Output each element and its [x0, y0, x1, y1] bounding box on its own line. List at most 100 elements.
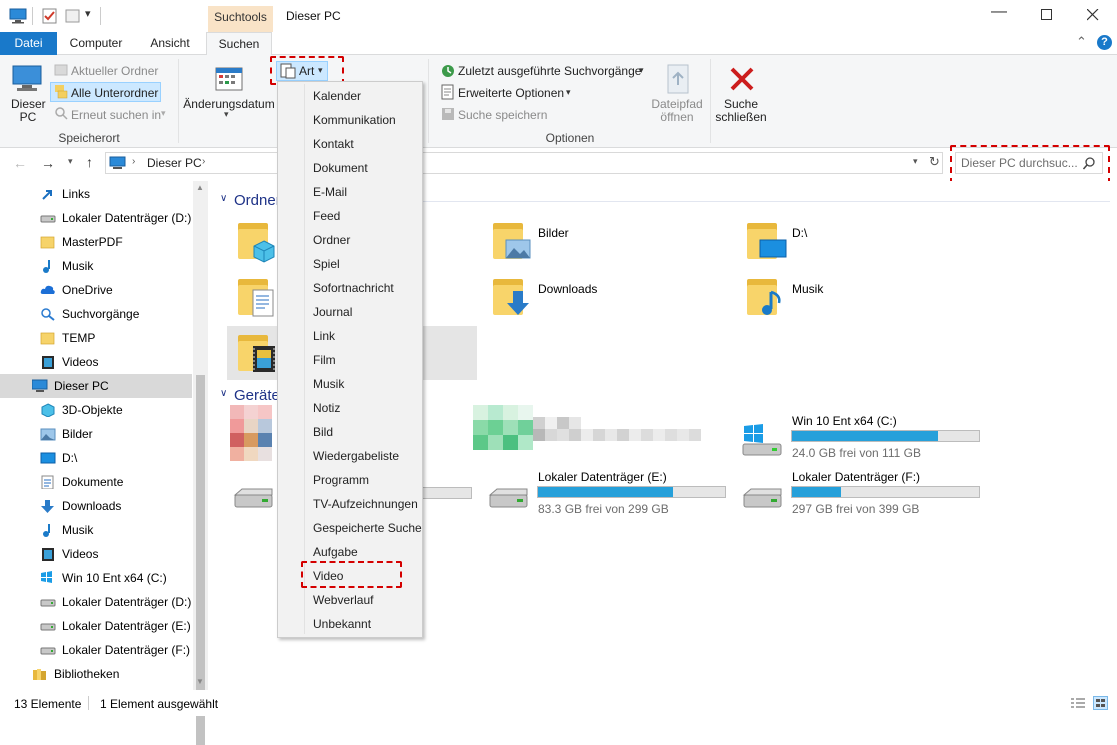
- large-icons-view-icon[interactable]: [1093, 696, 1109, 711]
- minimize-button[interactable]: —: [991, 3, 1007, 21]
- art-menu-item[interactable]: Webverlauf: [313, 588, 373, 612]
- drive-icon[interactable]: [741, 487, 785, 511]
- suche-schliessen-button-line1[interactable]: Suche: [712, 97, 770, 111]
- scroll-up-icon[interactable]: ▲: [196, 183, 204, 192]
- recent-locations-chevron-icon[interactable]: ▾: [68, 156, 73, 167]
- suche-speichern-button[interactable]: Suche speichern: [458, 108, 547, 122]
- art-menu-item[interactable]: Feed: [313, 204, 340, 228]
- drive-icon[interactable]: [487, 487, 531, 511]
- chevron-down-icon[interactable]: ∨: [220, 193, 227, 204]
- nav-item[interactable]: D:\: [0, 446, 192, 470]
- breadcrumb-chevron-icon[interactable]: ›: [202, 156, 205, 167]
- folder-label-musik[interactable]: Musik: [792, 282, 823, 296]
- nav-item[interactable]: 3D-Objekte: [0, 398, 192, 422]
- folder-label-bilder[interactable]: Bilder: [538, 226, 569, 240]
- folder-desktop-icon[interactable]: [747, 219, 787, 265]
- nav-item[interactable]: Bilder: [0, 422, 192, 446]
- close-button[interactable]: [1087, 9, 1099, 21]
- aktueller-ordner-button[interactable]: Aktueller Ordner: [71, 64, 158, 78]
- art-menu-item[interactable]: Film: [313, 348, 336, 372]
- folder-label-d[interactable]: D:\: [792, 226, 807, 240]
- art-menu-item[interactable]: E-Mail: [313, 180, 347, 204]
- nav-item[interactable]: Dokumente: [0, 470, 192, 494]
- nav-item[interactable]: Videos: [0, 542, 192, 566]
- nav-item[interactable]: TEMP: [0, 326, 192, 350]
- art-menu-item[interactable]: Programm: [313, 468, 369, 492]
- folder-musik-icon[interactable]: [747, 275, 787, 321]
- breadcrumb[interactable]: Dieser PC: [147, 156, 202, 170]
- art-menu-item[interactable]: Bild: [313, 420, 333, 444]
- nav-item[interactable]: Lokaler Datenträger (D:): [0, 590, 192, 614]
- nav-item[interactable]: Lokaler Datenträger (E:): [0, 614, 192, 638]
- collapse-ribbon-icon[interactable]: ⌃: [1076, 34, 1087, 50]
- nav-item[interactable]: Lokaler Datenträger (D:): [0, 206, 192, 230]
- alle-unterordner-button[interactable]: Alle Unterordner: [71, 86, 158, 100]
- nav-item[interactable]: Win 10 Ent x64 (C:): [0, 566, 192, 590]
- up-arrow-icon[interactable]: ↑: [86, 154, 93, 170]
- address-dropdown-icon[interactable]: ▾: [913, 156, 918, 167]
- folder-3d-objekte-icon[interactable]: [238, 219, 278, 265]
- aenderungsdatum-button[interactable]: Änderungsdatum: [183, 97, 275, 111]
- nav-item[interactable]: Links: [0, 182, 192, 206]
- nav-item[interactable]: Musik: [0, 254, 192, 278]
- nav-scrollbar[interactable]: ▲ ▼: [193, 181, 208, 745]
- art-menu-item[interactable]: Spiel: [313, 252, 340, 276]
- art-menu-item[interactable]: Wiedergabeliste: [313, 444, 399, 468]
- art-menu-item[interactable]: Kalender: [313, 84, 361, 108]
- nav-item[interactable]: Dieser PC: [0, 374, 192, 398]
- back-arrow-icon[interactable]: ←: [13, 155, 27, 171]
- art-menu-item[interactable]: Kommunikation: [313, 108, 396, 132]
- nav-item[interactable]: Downloads: [0, 494, 192, 518]
- scroll-down-icon[interactable]: ▼: [196, 677, 204, 686]
- folder-label-downloads[interactable]: Downloads: [538, 282, 597, 296]
- windows-drive-icon[interactable]: [741, 423, 785, 457]
- maximize-button[interactable]: [1041, 9, 1053, 21]
- art-menu-item[interactable]: Link: [313, 324, 335, 348]
- drive-name-f[interactable]: Lokaler Datenträger (F:): [792, 470, 920, 484]
- new-folder-icon[interactable]: [65, 8, 81, 24]
- forward-arrow-icon[interactable]: →: [41, 155, 55, 171]
- refresh-icon[interactable]: ↻: [929, 154, 940, 170]
- art-menu-item[interactable]: Ordner: [313, 228, 350, 252]
- dateipfad-button-line1[interactable]: Dateipfad: [648, 97, 706, 111]
- section-header-ordner[interactable]: Ordner: [234, 192, 281, 209]
- drive-name-e[interactable]: Lokaler Datenträger (E:): [538, 470, 667, 484]
- art-menu-item[interactable]: TV-Aufzeichnungen: [313, 492, 418, 516]
- chevron-down-icon[interactable]: ∨: [220, 388, 227, 399]
- details-view-icon[interactable]: [1070, 697, 1086, 710]
- nav-item[interactable]: Lokaler Datenträger (F:): [0, 638, 192, 662]
- suche-schliessen-button-line2[interactable]: schließen: [712, 110, 770, 124]
- dieser-pc-button-line2[interactable]: PC: [11, 110, 45, 124]
- section-header-geraete[interactable]: Geräte: [234, 387, 280, 404]
- dateipfad-button-line2[interactable]: öffnen: [648, 110, 706, 124]
- zuletzt-button[interactable]: Zuletzt ausgeführte Suchvorgänge: [458, 64, 641, 78]
- breadcrumb-chevron-icon[interactable]: ›: [132, 156, 135, 167]
- help-icon[interactable]: ?: [1097, 35, 1112, 50]
- tab-datei[interactable]: Datei: [0, 32, 57, 55]
- nav-item[interactable]: Musik: [0, 518, 192, 542]
- nav-item[interactable]: Videos: [0, 350, 192, 374]
- art-menu-item[interactable]: Gespeicherte Suche: [313, 516, 422, 540]
- folder-videos-icon[interactable]: [238, 331, 278, 377]
- drive-icon[interactable]: [232, 487, 276, 511]
- quick-access-dropdown-icon[interactable]: ▾: [85, 7, 91, 20]
- drive-name-c[interactable]: Win 10 Ent x64 (C:): [792, 414, 897, 428]
- dieser-pc-button-line1[interactable]: Dieser: [11, 97, 46, 111]
- tab-computer[interactable]: Computer: [60, 32, 132, 55]
- art-menu-item[interactable]: Unbekannt: [313, 612, 371, 636]
- folder-bilder-icon[interactable]: [493, 219, 533, 265]
- nav-item[interactable]: OneDrive: [0, 278, 192, 302]
- art-menu-item[interactable]: Journal: [313, 300, 352, 324]
- address-bar[interactable]: [105, 152, 943, 174]
- properties-check-icon[interactable]: [42, 8, 58, 24]
- erweiterte-optionen-button[interactable]: Erweiterte Optionen: [458, 86, 564, 100]
- art-menu-item[interactable]: Sofortnachricht: [313, 276, 394, 300]
- tab-ansicht[interactable]: Ansicht: [138, 32, 202, 55]
- art-menu-item[interactable]: Dokument: [313, 156, 368, 180]
- art-menu-item[interactable]: Kontakt: [313, 132, 354, 156]
- nav-item[interactable]: MasterPDF: [0, 230, 192, 254]
- folder-downloads-icon[interactable]: [493, 275, 533, 321]
- nav-item[interactable]: Suchvorgänge: [0, 302, 192, 326]
- folder-dokumente-icon[interactable]: [238, 275, 278, 321]
- nav-item[interactable]: Bibliotheken: [0, 662, 192, 686]
